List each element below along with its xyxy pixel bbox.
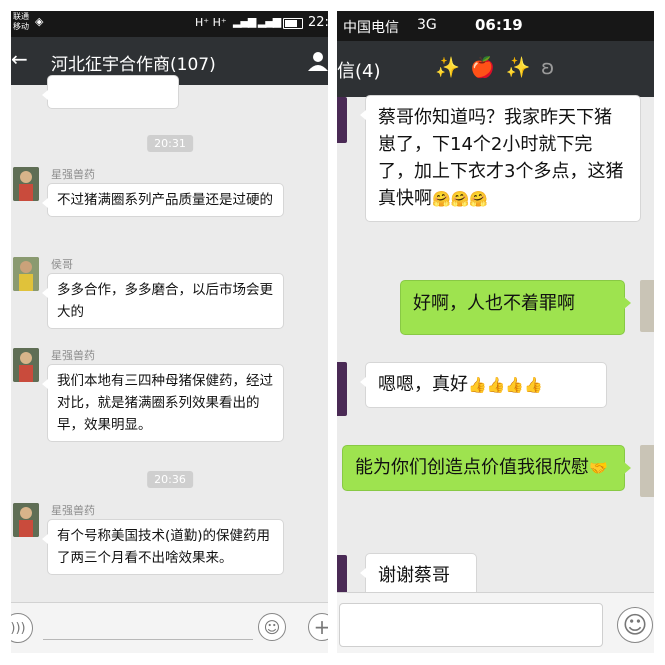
chat-messages[interactable]: 蔡哥你知道吗？我家昨天下猪崽了，下14个2小时就下完了，加上下衣才3个多点，这猪…	[337, 95, 654, 601]
avatar[interactable]	[640, 445, 654, 497]
message-bubble[interactable]: 多多合作，多多磨合，以后市场会更大的	[42, 273, 284, 329]
status-time: 22:	[308, 15, 328, 30]
chat-title: 信(4)	[337, 61, 381, 82]
carrier-name: 中国电信	[343, 20, 399, 36]
input-bar: ☺	[337, 592, 654, 653]
avatar[interactable]	[13, 503, 39, 537]
handshake-emoji: 🤝	[589, 459, 608, 477]
status-time: 06:19	[475, 16, 523, 34]
message-text: 能为你们创造点价值我很欣慰	[355, 457, 589, 478]
sender-name: 星强兽药	[51, 349, 95, 362]
avatar[interactable]	[13, 167, 39, 201]
earpiece-mode-icon[interactable]: ʚ	[541, 55, 554, 79]
network-indicator: H⁺ H⁺	[195, 16, 227, 29]
left-phone-screenshot: 联通 移动 ◈ H⁺ H⁺ ▂▄▆ ▂▄▆ 22: ← 河北征宇合作商(107)…	[11, 11, 328, 653]
message-bubble[interactable]: 蔡哥你知道吗？我家昨天下猪崽了，下14个2小时就下完了，加上下衣才3个多点，这猪…	[360, 95, 641, 222]
group-members-icon[interactable]	[307, 51, 328, 71]
message-bubble[interactable]: 好啊，人也不着罪啊	[400, 280, 631, 335]
chat-title: 河北征宇合作商(107)	[51, 55, 216, 75]
battery-icon	[283, 18, 303, 29]
avatar[interactable]	[640, 280, 654, 332]
message-bubble[interactable]: 有个号称美国技术(道勤)的保健药用了两三个月看不出啥效果来。	[42, 519, 284, 575]
wifi-icon: ◈	[35, 15, 44, 28]
message-text: 嗯嗯，真好	[378, 374, 468, 395]
message-input[interactable]	[339, 603, 603, 647]
status-bar: 中国电信 3G 06:19	[337, 11, 654, 41]
sender-name: 侯哥	[51, 258, 73, 271]
message-bubble[interactable]: 嗯嗯，真好👍👍👍👍	[360, 362, 607, 408]
network-indicator: 3G	[417, 17, 437, 33]
title-emoji: ✨ 🍎 ✨	[435, 55, 533, 79]
sender-name: 星强兽药	[51, 168, 95, 181]
thumbs-up-emoji: 👍👍👍👍	[468, 376, 543, 394]
emoji-icon[interactable]: ☺	[617, 607, 653, 643]
avatar[interactable]	[13, 257, 39, 291]
status-bar: 联通 移动 ◈ H⁺ H⁺ ▂▄▆ ▂▄▆ 22:	[11, 11, 328, 37]
message-text: 蔡哥你知道吗？我家昨天下猪崽了，下14个2小时就下完了，加上下衣才3个多点，这猪…	[378, 107, 624, 209]
back-arrow-icon[interactable]: ←	[11, 47, 28, 71]
previous-message-bubble	[42, 75, 179, 109]
right-phone-screenshot: 中国电信 3G 06:19 信(4) ✨ 🍎 ✨ ʚ 蔡哥你知道吗？我家昨天下猪…	[337, 11, 654, 653]
avatar[interactable]	[13, 348, 39, 382]
carrier-line2: 移动	[13, 22, 29, 31]
input-bar: ))) ☺ +	[11, 602, 328, 653]
message-bubble[interactable]: 不过猪满圈系列产品质量还是过硬的	[42, 183, 284, 217]
hug-emoji: 🤗🤗🤗	[432, 190, 489, 208]
avatar[interactable]	[337, 362, 347, 416]
message-bubble[interactable]: 能为你们创造点价值我很欣慰🤝	[342, 445, 631, 491]
time-divider: 20:31	[147, 135, 193, 152]
message-input[interactable]	[43, 639, 253, 640]
sender-name: 星强兽药	[51, 504, 95, 517]
chat-messages[interactable]: 20:31 星强兽药 不过猪满圈系列产品质量还是过硬的 侯哥 多多合作，多多磨合…	[11, 75, 328, 603]
voice-icon[interactable]: )))	[11, 613, 33, 643]
signal-icon: ▂▄▆ ▂▄▆	[233, 15, 281, 28]
avatar[interactable]	[337, 97, 347, 143]
message-bubble[interactable]: 我们本地有三四种母猪保健药，经过对比，就是猪满圈系列效果看出的早，效果明显。	[42, 364, 284, 442]
chat-title-bar: 信(4) ✨ 🍎 ✨ ʚ	[337, 41, 654, 97]
emoji-icon[interactable]: ☺	[258, 613, 286, 641]
carrier-line1: 联通	[13, 12, 29, 21]
time-divider: 20:36	[147, 471, 193, 488]
add-icon[interactable]: +	[308, 613, 328, 641]
